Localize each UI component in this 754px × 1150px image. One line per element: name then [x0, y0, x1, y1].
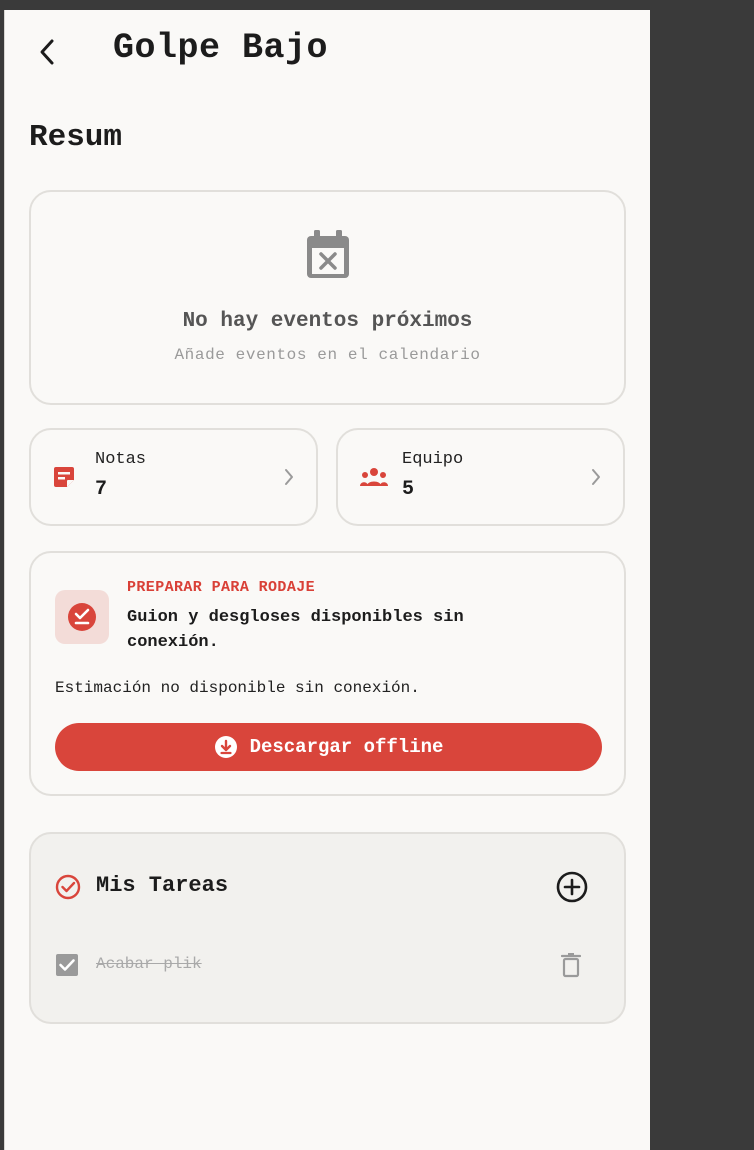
estimate-note: Estimación no disponible sin conexión. — [55, 679, 420, 697]
top-bar: Golpe Bajo — [5, 10, 650, 90]
chevron-right-icon — [592, 469, 600, 485]
note-icon — [54, 467, 74, 487]
notes-count: 7 — [95, 478, 108, 501]
download-icon — [214, 736, 237, 758]
back-button[interactable] — [31, 32, 63, 72]
section-title: Resum — [29, 120, 123, 155]
download-button-label: Descargar offline — [249, 736, 444, 758]
prepare-shoot-card: PREPARAR PARA RODAJE Guion y desgloses d… — [29, 551, 626, 796]
team-count: 5 — [402, 478, 415, 501]
calendar-remove-icon — [307, 230, 349, 278]
notes-label: Notas — [95, 450, 147, 469]
chevron-left-icon — [40, 39, 54, 65]
notes-card[interactable]: Notas 7 — [29, 428, 318, 526]
no-events-subtitle: Añade eventos en el calendario — [174, 346, 481, 364]
no-events-title: No hay eventos próximos — [182, 310, 473, 333]
checkbox-checked-icon[interactable] — [55, 953, 79, 977]
upcoming-events-card: No hay eventos próximos Añade eventos en… — [29, 190, 626, 405]
task-label: Acabar plik — [96, 955, 202, 973]
tasks-title: Mis Tareas — [96, 873, 229, 898]
check-circle-icon — [68, 603, 96, 631]
my-tasks-card: Mis Tareas Acabar plik — [29, 832, 626, 1024]
trash-icon[interactable] — [561, 952, 581, 978]
team-card[interactable]: Equipo 5 — [336, 428, 625, 526]
status-badge — [55, 590, 109, 644]
task-item: Acabar plik — [55, 952, 602, 980]
group-icon — [360, 468, 388, 486]
download-offline-button[interactable]: Descargar offline — [55, 723, 602, 771]
add-task-icon[interactable] — [556, 871, 588, 903]
task-check-icon — [55, 874, 81, 900]
chevron-right-icon — [285, 469, 293, 485]
project-title: Golpe Bajo — [113, 28, 329, 68]
prepare-eyebrow: PREPARAR PARA RODAJE — [127, 579, 316, 596]
prepare-message: Guion y desgloses disponibles sin conexi… — [127, 608, 464, 652]
app-screen: Golpe Bajo Resum No hay eventos próximos… — [4, 10, 650, 1150]
team-label: Equipo — [402, 450, 464, 469]
